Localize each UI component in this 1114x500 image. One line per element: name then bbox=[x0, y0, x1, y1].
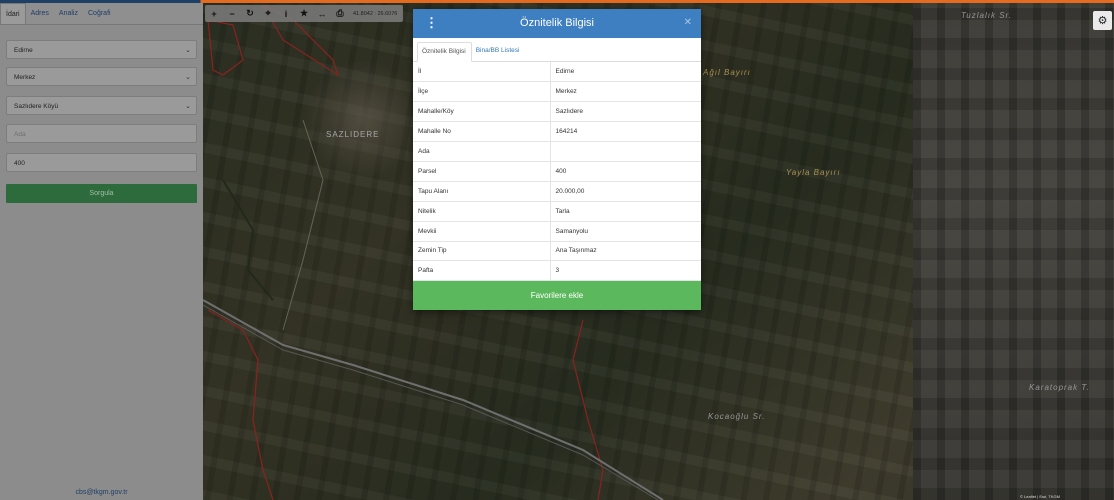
district-select[interactable]: Merkez ⌄ bbox=[6, 67, 197, 86]
attribute-value: Sazlıdere bbox=[550, 101, 701, 123]
info-icon[interactable]: i bbox=[277, 5, 295, 22]
tab-adres[interactable]: Adres bbox=[26, 3, 54, 24]
attribute-key: Tapu Alanı bbox=[413, 181, 551, 202]
query-button[interactable]: Sorgula bbox=[6, 184, 197, 203]
table-row: İl Edirne bbox=[413, 62, 701, 83]
contact-email-link[interactable]: cbs@tkgm.gov.tr bbox=[0, 489, 203, 496]
chevron-down-icon: ⌄ bbox=[185, 103, 191, 110]
attribute-key: Ada bbox=[413, 141, 551, 162]
attribute-value: Edirne bbox=[550, 62, 701, 83]
table-row: Mevkii Samanyolu bbox=[413, 221, 701, 242]
plus-icon[interactable]: + bbox=[205, 5, 223, 22]
attribute-key: Parsel bbox=[413, 161, 551, 182]
star-icon[interactable]: ★ bbox=[295, 5, 313, 22]
dialog-tabs: Öznitelik Bilgisi Bina/BB Listesi bbox=[413, 38, 701, 62]
parsel-input-value: 400 bbox=[14, 160, 25, 167]
crosshair-icon[interactable]: ⌖ bbox=[259, 5, 277, 22]
tab-idari[interactable]: İdari bbox=[0, 3, 26, 24]
ada-input-placeholder: Ada bbox=[14, 131, 26, 138]
gear-icon[interactable]: ⚙ bbox=[1093, 11, 1112, 30]
map-toolbar: + − ↻ ⌖ i ★ ↔ ⎙ 41.8042 : 26.6076 bbox=[205, 5, 404, 22]
tab-bina-bb-listesi[interactable]: Bina/BB Listesi bbox=[472, 42, 525, 61]
district-select-value: Merkez bbox=[14, 74, 36, 81]
attribute-value: 20.000,00 bbox=[550, 181, 701, 202]
attribute-dialog: ⋮ Öznitelik Bilgisi ✕ Öznitelik Bilgisi … bbox=[413, 9, 701, 310]
province-select[interactable]: Edirne ⌄ bbox=[6, 40, 197, 59]
chevron-down-icon: ⌄ bbox=[185, 47, 191, 54]
attribute-value: Merkez bbox=[550, 81, 701, 103]
dialog-header: ⋮ Öznitelik Bilgisi ✕ bbox=[413, 9, 701, 38]
sidebar-tabs: İdari Adres Analiz Coğrafi bbox=[0, 3, 203, 25]
attribute-value: Samanyolu bbox=[550, 221, 701, 242]
left-sidebar: İdari Adres Analiz Coğrafi Edirne ⌄ Merk… bbox=[0, 3, 203, 500]
tab-oznitelik-bilgisi[interactable]: Öznitelik Bilgisi bbox=[417, 42, 472, 62]
province-select-value: Edirne bbox=[14, 47, 33, 54]
table-row: Nitelik Tarla bbox=[413, 201, 701, 222]
table-row: Zemin Tip Ana Taşınmaz bbox=[413, 241, 701, 262]
dialog-title: Öznitelik Bilgisi bbox=[520, 17, 594, 29]
minus-icon[interactable]: − bbox=[223, 5, 241, 22]
table-row: Pafta 3 bbox=[413, 260, 701, 282]
parsel-input[interactable]: 400 bbox=[6, 153, 197, 172]
map-attribution: © Leaflet | Esri, TKGM bbox=[1020, 494, 1060, 499]
table-row: Parsel 400 bbox=[413, 161, 701, 182]
table-row: Tapu Alanı 20.000,00 bbox=[413, 181, 701, 202]
tab-cografi[interactable]: Coğrafi bbox=[83, 3, 116, 24]
close-icon[interactable]: ✕ bbox=[684, 17, 692, 28]
table-row: Ada bbox=[413, 141, 701, 162]
refresh-icon[interactable]: ↻ bbox=[241, 5, 259, 22]
attribute-key: Mahalle No bbox=[413, 121, 551, 143]
measure-icon[interactable]: ↔ bbox=[313, 5, 331, 22]
chevron-down-icon: ⌄ bbox=[185, 74, 191, 81]
attribute-key: Nitelik bbox=[413, 201, 551, 222]
table-row: İlçe Merkez bbox=[413, 81, 701, 103]
print-icon[interactable]: ⎙ bbox=[331, 5, 349, 22]
table-row: Mahalle No 164214 bbox=[413, 121, 701, 143]
attribute-value bbox=[550, 141, 701, 162]
attribute-key: İl bbox=[413, 62, 551, 83]
attribute-value: 164214 bbox=[550, 121, 701, 143]
attribute-key: Mahalle/Köy bbox=[413, 101, 551, 123]
attribute-key: Mevkii bbox=[413, 221, 551, 242]
attribute-key: İlçe bbox=[413, 81, 551, 103]
ada-input[interactable]: Ada bbox=[6, 124, 197, 143]
attribute-value: Tarla bbox=[550, 201, 701, 222]
table-row: Mahalle/Köy Sazlıdere bbox=[413, 101, 701, 123]
attribute-value: 400 bbox=[550, 161, 701, 182]
add-to-favorites-button[interactable]: Favorilere ekle bbox=[413, 281, 701, 310]
village-select-value: Sazlıdere Köyü bbox=[14, 103, 59, 110]
attribute-table: İl Edirne İlçe Merkez Mahalle/Köy Sazlıdere Ma… bbox=[413, 62, 701, 282]
coordinate-readout: 41.8042 : 26.6076 bbox=[353, 10, 398, 17]
attribute-key: Zemin Tip bbox=[413, 241, 551, 262]
attribute-value: 3 bbox=[550, 260, 701, 282]
attribute-value: Ana Taşınmaz bbox=[550, 241, 701, 262]
tab-analiz[interactable]: Analiz bbox=[54, 3, 83, 24]
village-select[interactable]: Sazlıdere Köyü ⌄ bbox=[6, 96, 197, 115]
attribute-key: Pafta bbox=[413, 260, 551, 282]
